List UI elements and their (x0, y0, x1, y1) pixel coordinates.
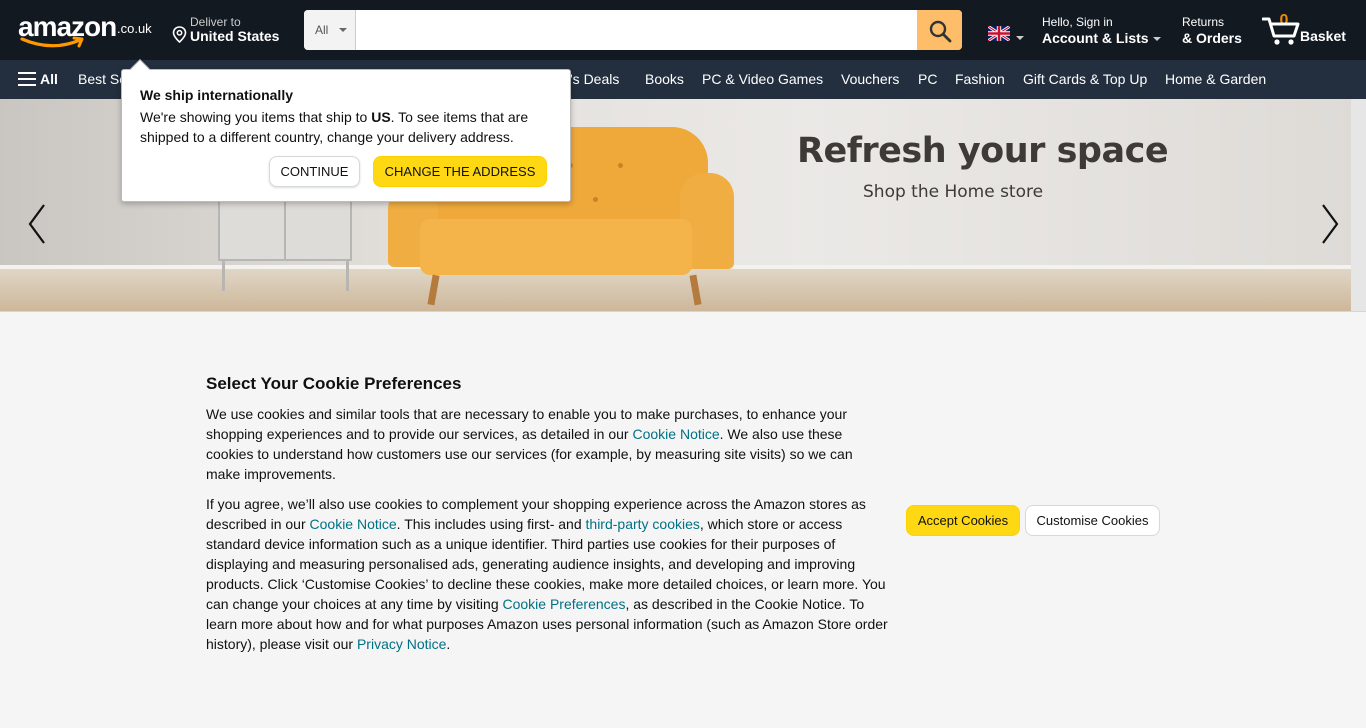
search-button[interactable] (917, 10, 962, 50)
uk-flag-icon (987, 24, 1011, 43)
banner-headline: Refresh your space (797, 131, 1169, 171)
cookie-title: Select Your Cookie Preferences (206, 374, 462, 393)
ship-internationally-popover: We ship internationally We're showing yo… (121, 59, 571, 202)
cart-icon (1262, 17, 1300, 45)
basket-label: Basket (1300, 28, 1346, 44)
orders-label: & Orders (1182, 30, 1242, 46)
sofa-button (593, 197, 598, 202)
cookie-paragraph-1: We use cookies and similar tools that ar… (206, 404, 890, 484)
smile-arrow-icon (20, 36, 84, 48)
top-navigation-bar: amazon .co.uk Deliver to United States A… (0, 0, 1366, 60)
continue-button[interactable]: CONTINUE (269, 156, 360, 187)
nav-item-pc-video-games[interactable]: PC & Video Games (702, 71, 823, 87)
popover-body-text: We're showing you items that ship to (140, 109, 372, 125)
customise-cookies-button[interactable]: Customise Cookies (1025, 505, 1160, 536)
search-icon (929, 20, 952, 43)
search-category-label: All (315, 23, 329, 37)
carousel-next-button[interactable] (1315, 199, 1345, 249)
popover-title: We ship internationally (140, 87, 293, 103)
language-selector[interactable] (987, 24, 1024, 46)
third-party-cookies-link[interactable]: third-party cookies (586, 516, 700, 532)
search-category-select[interactable]: All (304, 10, 356, 50)
nav-item-gift-cards[interactable]: Gift Cards & Top Up (1023, 71, 1147, 87)
hamburger-icon (18, 72, 36, 86)
banner-edge-strip (1351, 99, 1366, 311)
banner-subline: Shop the Home store (863, 182, 1044, 202)
caret-down-icon (1016, 36, 1024, 40)
cabinet-leg (346, 261, 349, 291)
cookie-notice-link[interactable]: Cookie Notice (632, 426, 719, 442)
account-lists-menu[interactable]: Hello, Sign in Account & Lists (1042, 15, 1161, 46)
cookie-preferences-link[interactable]: Cookie Preferences (503, 596, 626, 612)
nav-item-todays-deals[interactable]: y's Deals (563, 71, 619, 87)
caret-down-icon (339, 28, 347, 32)
all-menu-button[interactable]: All (18, 71, 58, 87)
cookie-text: . (446, 636, 451, 652)
chevron-right-icon (1322, 204, 1339, 244)
accept-cookies-button[interactable]: Accept Cookies (906, 505, 1020, 536)
carousel-prev-button[interactable] (22, 199, 52, 249)
cabinet-leg (222, 261, 225, 291)
banner-floor (0, 269, 1351, 311)
logo-tld: .co.uk (117, 21, 152, 36)
cookie-notice-link[interactable]: Cookie Notice (310, 516, 397, 532)
basket-button[interactable]: 0 Basket (1262, 12, 1352, 48)
nav-item-home-garden[interactable]: Home & Garden (1165, 71, 1266, 87)
cookie-preferences-panel: Select Your Cookie Preferences We use co… (0, 311, 1366, 728)
cookie-paragraph-2: If you agree, we’ll also use cookies to … (206, 494, 890, 654)
nav-item-pc[interactable]: PC (918, 71, 937, 87)
nav-item-vouchers[interactable]: Vouchers (841, 71, 899, 87)
popover-body: We're showing you items that ship to US.… (140, 107, 560, 147)
privacy-notice-link[interactable]: Privacy Notice (357, 636, 446, 652)
popover-country: US (371, 109, 391, 125)
change-address-button[interactable]: CHANGE THE ADDRESS (373, 156, 547, 187)
chevron-left-icon (28, 204, 45, 244)
all-menu-label: All (40, 71, 58, 87)
deliver-label: Deliver to (190, 15, 241, 29)
location-pin-icon (172, 26, 187, 43)
sofa-seat (420, 219, 692, 275)
cookie-text: . This includes using first- and (396, 516, 586, 532)
sofa-button (618, 163, 623, 168)
deliver-country: United States (190, 28, 280, 44)
caret-down-icon (1152, 37, 1161, 42)
nav-item-books[interactable]: Books (645, 71, 684, 87)
account-label: Account & Lists (1042, 30, 1149, 46)
nav-item-fashion[interactable]: Fashion (955, 71, 1005, 87)
amazon-logo[interactable]: amazon .co.uk (18, 12, 152, 48)
returns-label: Returns (1182, 15, 1225, 29)
account-greeting: Hello, Sign in (1042, 15, 1113, 29)
search-bar: All (304, 10, 962, 50)
search-input[interactable] (356, 10, 917, 50)
returns-orders-link[interactable]: Returns & Orders (1182, 15, 1242, 46)
nav-item-best-sellers[interactable]: Best Se (78, 71, 127, 87)
